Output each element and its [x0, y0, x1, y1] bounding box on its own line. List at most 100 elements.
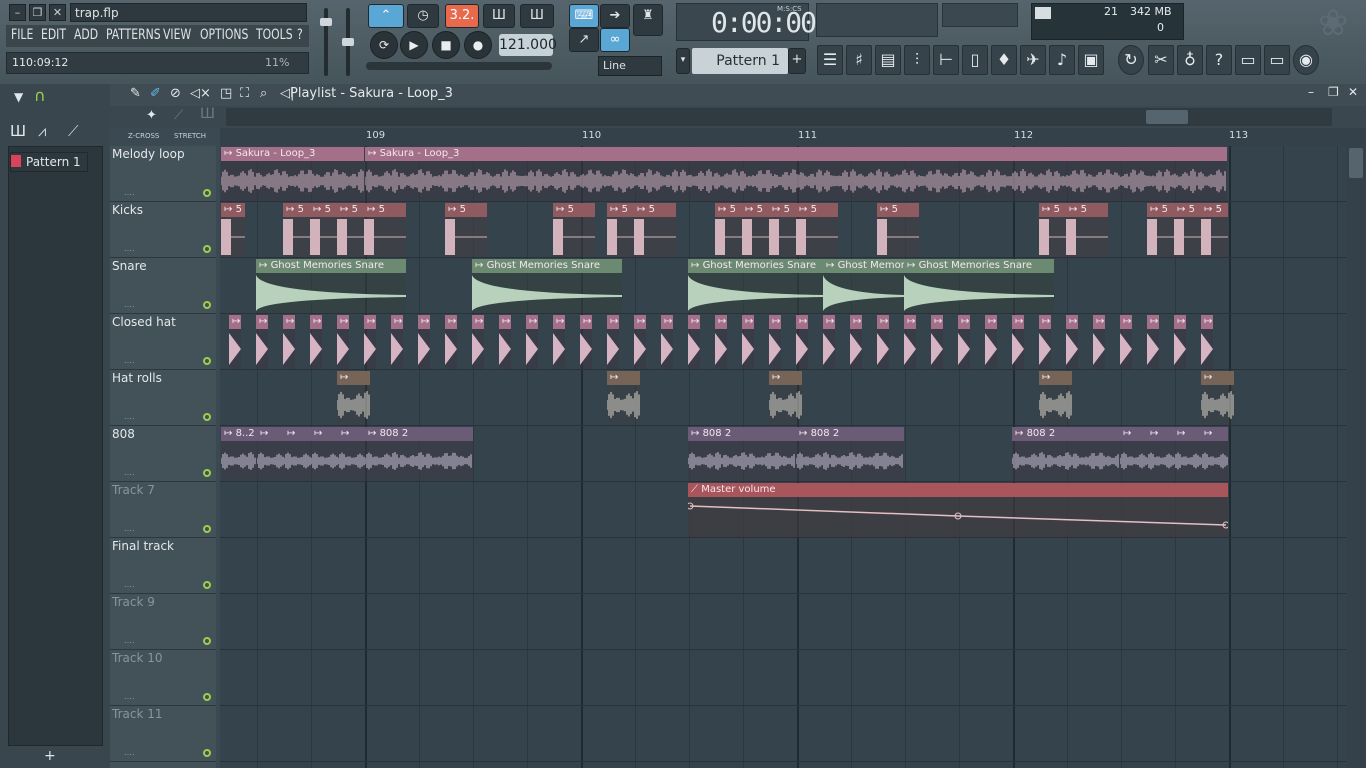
clip[interactable]: ↦ — [1174, 315, 1186, 369]
clip[interactable]: ↦ 5 — [310, 203, 337, 257]
track-header[interactable]: Track 10 …. — [110, 650, 216, 706]
menu-edit[interactable]: EDIT — [41, 27, 66, 43]
restore-icon[interactable]: ❐ — [29, 4, 46, 21]
clip[interactable]: ↦ — [337, 371, 370, 425]
clip[interactable]: ↦ — [256, 315, 268, 369]
clip[interactable]: ↦ — [1147, 427, 1174, 481]
clip[interactable]: ↦ Ghost Memori — [823, 259, 904, 313]
clip[interactable]: ↦ 5 — [1039, 203, 1066, 257]
track-enable-icon[interactable] — [203, 749, 211, 757]
clip[interactable]: ↦ — [769, 371, 802, 425]
step-edit-icon[interactable]: Ш — [483, 4, 515, 28]
close-icon[interactable]: ✕ — [49, 4, 66, 21]
playlist-restore-icon[interactable]: ❐ — [1328, 85, 1339, 99]
master-pitch-slider[interactable] — [342, 8, 354, 76]
chat-icon[interactable]: ◉ — [1293, 45, 1319, 75]
mixer-icon[interactable]: ⫶ — [904, 45, 930, 75]
playlist-minimize-icon[interactable]: – — [1308, 85, 1314, 99]
clip[interactable]: ↦ — [607, 315, 619, 369]
snap-dropdown[interactable]: Line — [598, 56, 662, 76]
vertical-scrollbar[interactable] — [1346, 128, 1366, 768]
cut-icon[interactable]: ✂ — [1148, 45, 1174, 75]
pencil-icon[interactable]: ✎ — [130, 86, 141, 101]
add-pattern-list-button[interactable]: + — [44, 748, 56, 764]
clip[interactable]: ↦ 5 — [1201, 203, 1228, 257]
track-enable-icon[interactable] — [203, 693, 211, 701]
clip[interactable]: ↦ — [661, 315, 673, 369]
clip[interactable]: ↦ — [1039, 315, 1051, 369]
add-pattern-button[interactable]: + — [788, 48, 806, 74]
timeline-ruler[interactable]: 109 110 111 112 113 — [220, 128, 1346, 146]
clip[interactable]: ↦ — [311, 427, 338, 481]
track-enable-icon[interactable] — [203, 413, 211, 421]
clip[interactable]: ↦ — [391, 315, 403, 369]
typing-keyboard-icon[interactable]: ⌃ — [368, 4, 404, 28]
clip[interactable]: ↦ 5 — [221, 203, 245, 257]
pattern-song-toggle[interactable]: 3.2. — [445, 4, 479, 28]
piano-icon[interactable]: Ш — [10, 122, 26, 140]
link-icon[interactable]: ∞ — [600, 28, 630, 52]
clip[interactable]: ↦ — [715, 315, 727, 369]
clip[interactable]: ↦ — [1174, 427, 1201, 481]
clip[interactable]: ↦ — [1120, 315, 1132, 369]
menu-options[interactable]: OPTIONS — [200, 27, 248, 43]
piano-roll-icon[interactable]: ♯ — [846, 45, 872, 75]
channel-rack-icon[interactable]: ▤ — [875, 45, 901, 75]
clip[interactable]: ↦ — [283, 315, 295, 369]
clip[interactable]: ↦ — [499, 315, 511, 369]
clip[interactable]: ↦ 5 — [364, 203, 406, 257]
clip[interactable]: ↦ — [338, 427, 365, 481]
menu-view[interactable]: VIEW — [163, 27, 191, 43]
wave-icon[interactable]: ⩘ — [38, 122, 46, 140]
clip[interactable]: ↦ — [1012, 315, 1024, 369]
browser-icon[interactable]: ⊢ — [933, 45, 959, 75]
track-header[interactable]: Melody loop …. — [110, 146, 216, 202]
menu-patterns[interactable]: PATTERNS — [106, 27, 161, 43]
pattern-dropdown-icon[interactable]: ▾ — [676, 48, 690, 74]
clip[interactable]: ↦ — [850, 315, 862, 369]
vertical-scroll-thumb[interactable] — [1349, 148, 1363, 178]
save-as-icon[interactable]: ▭ — [1264, 45, 1290, 75]
clip[interactable]: ↦ — [742, 315, 754, 369]
clip[interactable]: ↦ — [1147, 315, 1159, 369]
clip[interactable]: ↦ — [1201, 315, 1213, 369]
playlist-grid[interactable]: ↦ Sakura - Loop_3 ↦ Sakura - Loop_3 ↦ 5 ↦ 5… — [220, 146, 1346, 768]
track-header[interactable]: Track 7 …. — [110, 482, 216, 538]
clip[interactable]: ↦ Sakura - Loop_3 — [365, 147, 1227, 201]
pattern-name[interactable]: Pattern 1 — [692, 48, 788, 74]
clip[interactable]: ↦ 5 — [607, 203, 634, 257]
clip[interactable]: ↦ — [229, 315, 241, 369]
track-enable-icon[interactable] — [203, 581, 211, 589]
track-header[interactable]: Final track …. — [110, 538, 216, 594]
clip[interactable]: ↦ — [418, 315, 430, 369]
song-position-slider[interactable] — [366, 62, 552, 70]
clip[interactable]: ↦ — [284, 427, 311, 481]
pattern-item[interactable]: Pattern 1 — [10, 152, 88, 172]
snap-piano-icon[interactable]: Ш — [200, 106, 215, 122]
clip[interactable]: ↦ — [931, 315, 943, 369]
horizontal-scrollbar[interactable] — [226, 108, 1332, 126]
clip[interactable]: ↦ — [310, 315, 322, 369]
clip[interactable]: ↦ — [337, 315, 349, 369]
select-tool-icon[interactable]: ⛶ — [240, 86, 249, 101]
clip[interactable]: ↦ 808 2 — [1012, 427, 1120, 481]
clip[interactable]: ↦ 808 2 — [796, 427, 904, 481]
loop-record-icon[interactable]: Ш — [520, 4, 554, 28]
track-header[interactable]: Hat rolls …. — [110, 370, 216, 426]
hand-icon[interactable]: ♜ — [633, 4, 663, 36]
snap-wave-icon[interactable]: ✦ — [146, 108, 157, 123]
track-enable-icon[interactable] — [203, 245, 211, 253]
minimize-icon[interactable]: – — [9, 4, 26, 21]
clip[interactable]: ↦ 5 — [283, 203, 310, 257]
clip[interactable]: ↦ — [769, 315, 781, 369]
clip[interactable]: ↦ 5 — [1147, 203, 1174, 257]
clip[interactable]: ↦ 5 — [877, 203, 919, 257]
plugin-picker-icon[interactable]: ✈ — [1020, 45, 1046, 75]
playlist-icon[interactable]: ☰ — [817, 45, 843, 75]
clip[interactable]: ↦ — [1093, 315, 1105, 369]
track-header[interactable]: Track 9 …. — [110, 594, 216, 650]
clip[interactable]: ↦ — [877, 315, 889, 369]
clip[interactable]: ↦ — [580, 315, 592, 369]
playlist-close-icon[interactable]: ✕ — [1348, 85, 1358, 99]
menu-add[interactable]: ADD — [74, 27, 98, 43]
